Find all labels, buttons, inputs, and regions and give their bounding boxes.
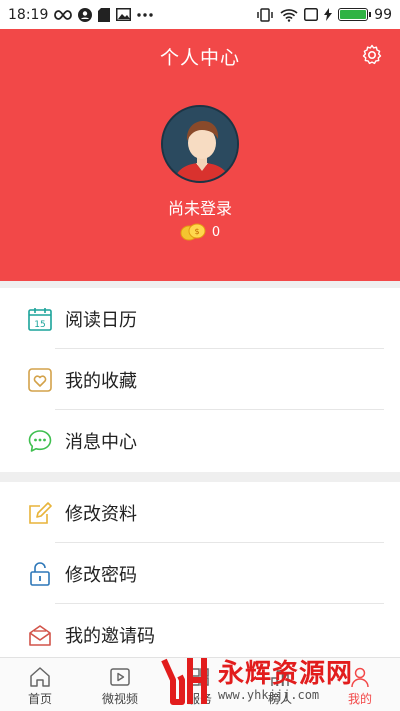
sd-card-icon — [98, 7, 111, 22]
user-icon — [351, 667, 369, 688]
gear-icon[interactable] — [360, 43, 384, 67]
tab-service[interactable]: 服务 — [160, 658, 240, 711]
more-icon — [137, 12, 154, 17]
menu-item-invite-code[interactable]: 我的邀请码 — [0, 604, 400, 665]
tab-label: 榜人 — [267, 692, 292, 706]
menu-item-change-password[interactable]: 修改密码 — [0, 543, 400, 604]
coin-count: 0 — [211, 224, 221, 240]
menu-item-messages[interactable]: 消息中心 — [0, 410, 400, 471]
tab-micro-video[interactable]: 微视频 — [80, 658, 160, 711]
menu-group-reading: 15 阅读日历 我的收藏 消息中心 — [0, 288, 400, 472]
wifi-icon — [280, 8, 298, 22]
menu-item-label: 修改资料 — [65, 503, 137, 525]
menu-item-favorites[interactable]: 我的收藏 — [0, 349, 400, 410]
ranking-icon — [271, 670, 289, 686]
menu-item-label: 阅读日历 — [65, 309, 137, 331]
home-icon — [30, 667, 50, 687]
calendar-icon: 15 — [28, 307, 52, 331]
service-icon — [191, 668, 209, 686]
vibrate-icon — [257, 7, 273, 22]
coin-balance: $ 0 — [0, 223, 400, 241]
page-title: 个人中心 — [159, 47, 240, 69]
battery-level: 99 — [374, 6, 392, 23]
infinity-icon — [54, 9, 73, 20]
menu-item-label: 修改密码 — [65, 564, 137, 586]
video-icon — [110, 668, 130, 686]
menu-item-edit-profile[interactable]: 修改资料 — [0, 482, 400, 543]
login-status[interactable]: 尚未登录 — [0, 195, 400, 219]
status-time: 18:19 — [8, 6, 49, 23]
image-icon — [116, 8, 132, 21]
svg-text:$: $ — [194, 227, 199, 236]
sim-icon — [304, 8, 319, 21]
battery-icon — [338, 8, 372, 21]
heart-icon — [28, 367, 52, 392]
invite-icon — [29, 624, 51, 646]
menu-group-account: 修改资料 修改密码 我的邀请码 — [0, 482, 400, 657]
svg-text:15: 15 — [34, 320, 45, 330]
lock-icon — [30, 561, 50, 586]
menu-item-label: 消息中心 — [65, 431, 137, 453]
edit-icon — [29, 501, 52, 524]
account-icon — [78, 7, 93, 22]
tab-label: 首页 — [27, 692, 52, 706]
charging-icon — [324, 8, 333, 21]
tab-label: 微视频 — [101, 692, 138, 706]
tab-label: 我的 — [347, 692, 372, 706]
tab-mine[interactable]: 我的 — [320, 658, 400, 711]
tab-home[interactable]: 首页 — [0, 658, 80, 711]
avatar[interactable] — [161, 105, 239, 183]
profile-header: 个人中心 尚未登录 $ 0 — [0, 29, 400, 281]
tab-label: 服务 — [187, 692, 212, 706]
menu-item-reading-calendar[interactable]: 15 阅读日历 — [0, 288, 400, 349]
bottom-tab-bar: 首页 微视频 服务 榜人 我的 — [0, 657, 400, 711]
status-bar: 18:19 99 — [0, 0, 400, 29]
tab-ranking[interactable]: 榜人 — [240, 658, 320, 711]
menu-item-label: 我的收藏 — [65, 370, 137, 392]
coin-icon: $ — [180, 223, 206, 241]
message-icon — [28, 429, 52, 452]
menu-item-label: 我的邀请码 — [65, 625, 155, 647]
